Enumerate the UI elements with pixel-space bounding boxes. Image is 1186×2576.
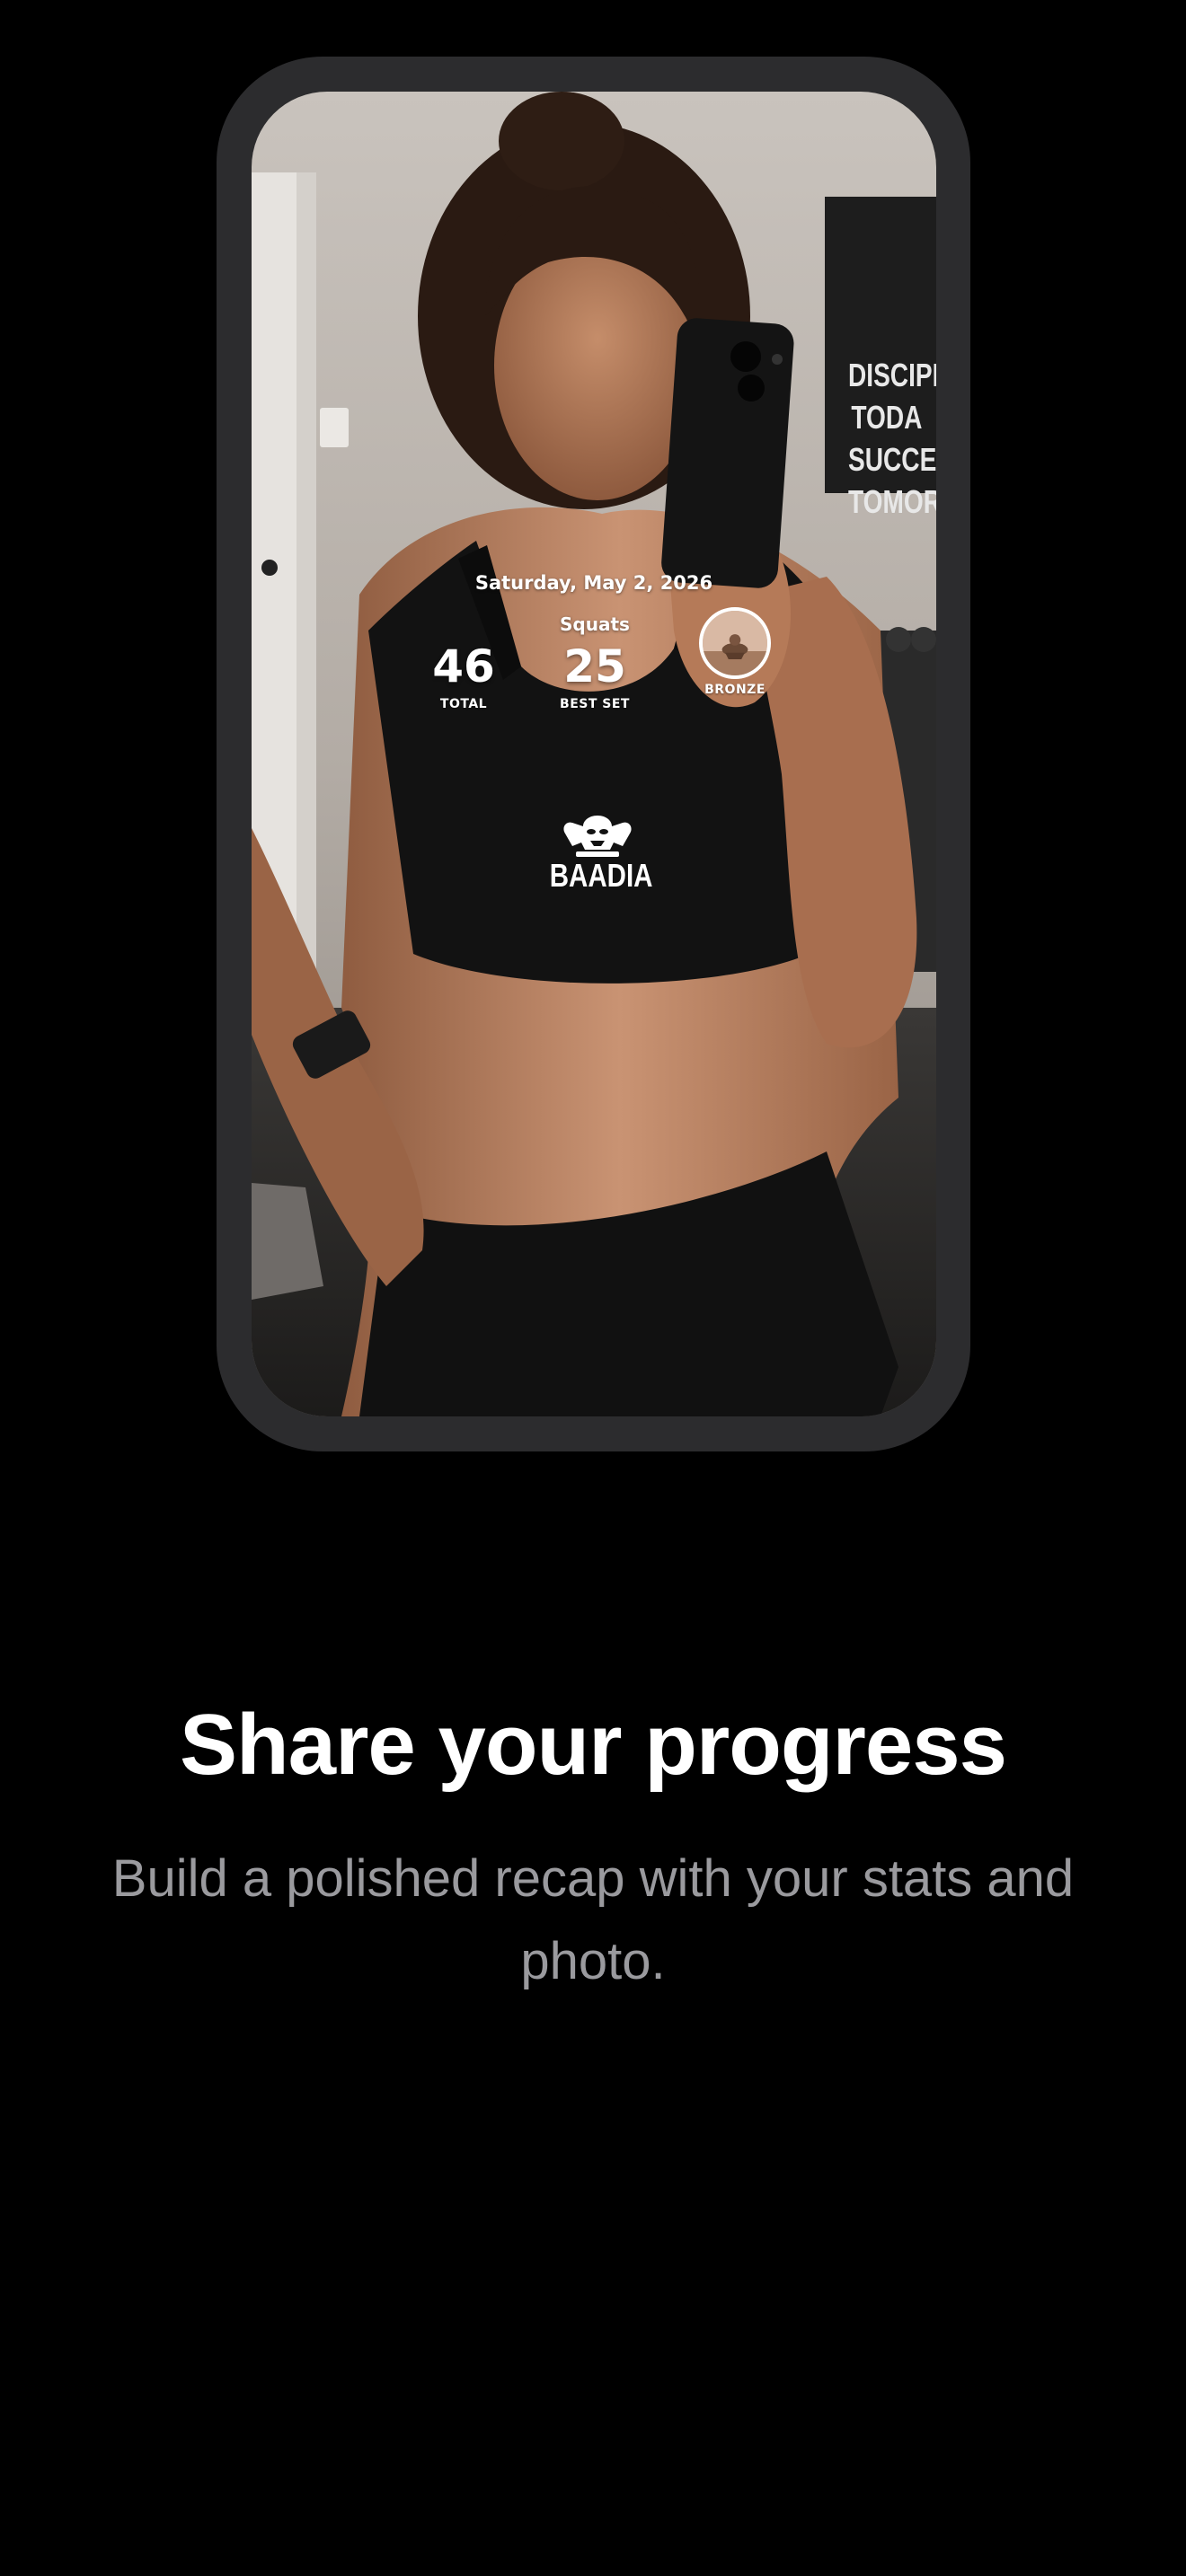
achievement-badge: BRONZE	[686, 607, 784, 697]
recap-exercise-name: Squats	[560, 613, 630, 635]
badge-label: BRONZE	[704, 683, 766, 697]
onboarding-subtitle: Build a polished recap with your stats a…	[111, 1849, 1075, 1990]
recap-date: Saturday, May 2, 2026	[474, 572, 713, 594]
stat-total: 46 TOTAL	[410, 640, 518, 711]
brand-name: BAADIA	[549, 857, 653, 894]
bronze-medal-icon	[699, 607, 771, 679]
muscle-mascot-icon	[563, 816, 632, 857]
stat-best-set-value: 25	[563, 640, 626, 693]
recap-overlay: Saturday, May 2, 2026 Squats 46 TOTAL 25…	[252, 92, 936, 1416]
stat-total-label: TOTAL	[439, 697, 488, 711]
recap-preview-screen: DISCIPL TODA SUCCE TOMORI Saturday, May …	[252, 92, 936, 1416]
brand-logo: BAADIA	[539, 810, 656, 895]
stat-best-set-label: BEST SET	[560, 697, 630, 711]
onboarding-title: Share your progress	[180, 1697, 1007, 1793]
stat-best-set: 25 BEST SET	[541, 640, 649, 711]
stat-total-value: 46	[432, 640, 495, 693]
